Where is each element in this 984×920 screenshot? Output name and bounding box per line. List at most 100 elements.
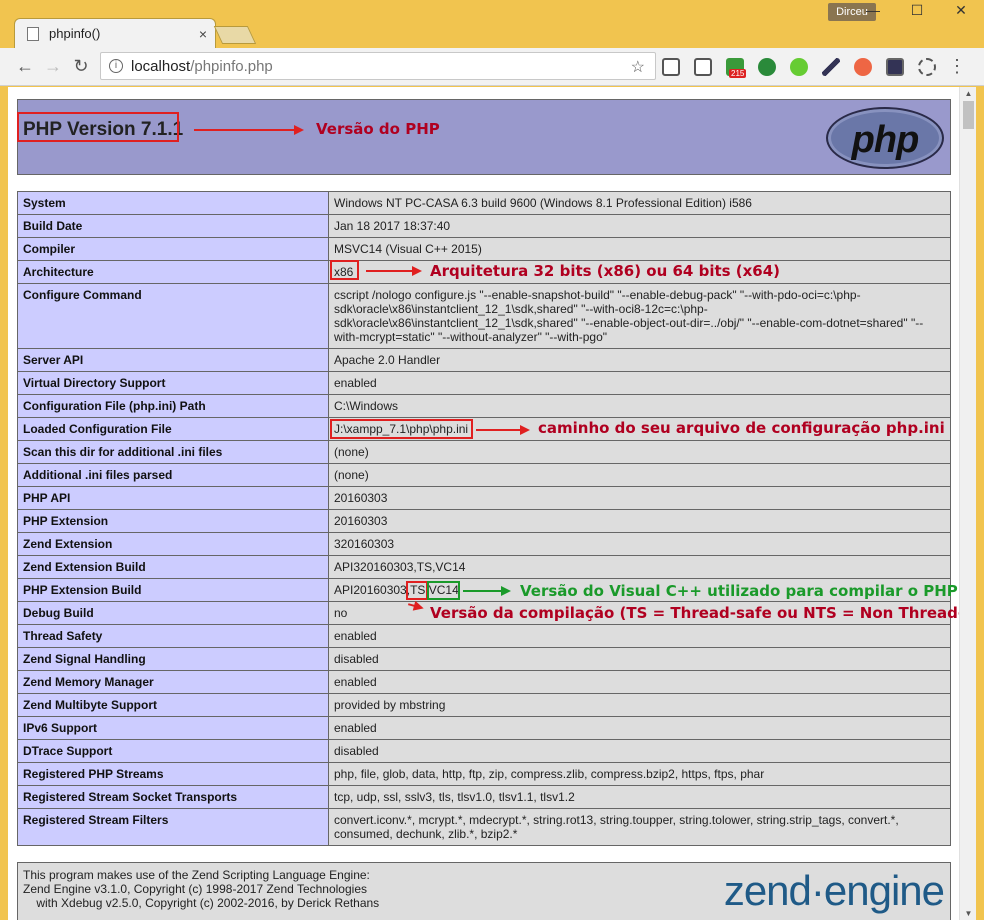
row-key: Zend Multibyte Support <box>17 693 329 717</box>
architecture-annotation: Arquitetura 32 bits (x86) ou 64 bits (x6… <box>430 262 781 280</box>
row-key: PHP Extension Build <box>17 578 329 602</box>
ts-annotation: Versão da compilação (TS = Thread-safe o… <box>430 604 976 622</box>
vc-highlight <box>427 581 460 600</box>
row-value: enabled <box>328 624 951 648</box>
row-key: Server API <box>17 348 329 372</box>
vc-annotation: Versão do Visual C++ utilizado para comp… <box>520 582 958 600</box>
browser-window: phpinfo() × Dirceu — ☐ ✕ ← → ↻ i localho… <box>0 0 984 920</box>
table-row: Zend Extension Build API320160303,TS,VC14 <box>17 555 951 579</box>
extension-leaf-icon[interactable] <box>790 58 808 76</box>
close-window-icon[interactable]: ✕ <box>948 2 974 19</box>
url-path: /phpinfo.php <box>190 57 273 75</box>
php-logo-text: php <box>851 119 920 161</box>
vertical-scrollbar[interactable]: ▲ ▼ <box>959 87 976 920</box>
row-value: 320160303 <box>328 532 951 556</box>
reload-icon[interactable]: ↻ <box>70 56 92 77</box>
table-row: Compiler MSVC14 (Visual C++ 2015) <box>17 237 951 261</box>
row-key: PHP API <box>17 486 329 510</box>
info-icon[interactable]: i <box>109 59 123 73</box>
scroll-thumb[interactable] <box>963 101 974 129</box>
row-value: enabled <box>328 670 951 694</box>
version-annotation: Versão do PHP <box>316 120 440 138</box>
row-key: Architecture <box>17 260 329 284</box>
row-key: Loaded Configuration File <box>17 417 329 441</box>
browser-toolbar: ← → ↻ i localhost/phpinfo.php ☆ 215 ⋮ <box>0 48 984 86</box>
table-row: Additional .ini files parsed (none) <box>17 463 951 487</box>
row-value: enabled <box>328 716 951 740</box>
zend-line-2: Zend Engine v3.1.0, Copyright (c) 1998-2… <box>23 882 367 896</box>
row-value: C:\Windows <box>328 394 951 418</box>
tab-phpinfo[interactable]: phpinfo() × <box>14 18 216 48</box>
bookmark-star-icon[interactable]: ☆ <box>631 57 645 77</box>
ts-highlight <box>406 581 428 600</box>
screenshot-icon[interactable] <box>694 58 712 76</box>
new-tab-button[interactable] <box>213 26 257 44</box>
version-highlight <box>17 112 179 142</box>
row-value: (none) <box>328 463 951 487</box>
row-key: Virtual Directory Support <box>17 371 329 395</box>
cast-icon[interactable] <box>662 58 680 76</box>
eyedropper-icon[interactable] <box>822 58 840 76</box>
table-row: Zend Extension 320160303 <box>17 532 951 556</box>
row-key: DTrace Support <box>17 739 329 763</box>
minimize-icon[interactable]: — <box>860 2 886 19</box>
scroll-down-icon[interactable]: ▼ <box>960 909 976 918</box>
table-row: Scan this dir for additional .ini files(… <box>17 440 951 464</box>
config-file-annotation: caminho do seu arquivo de configuração p… <box>538 419 945 437</box>
maximize-icon[interactable]: ☐ <box>904 2 930 19</box>
table-row: PHP API 20160303 <box>17 486 951 510</box>
table-row: Server API Apache 2.0 Handler <box>17 348 951 372</box>
page-icon <box>27 26 39 41</box>
row-value: (none) <box>328 440 951 464</box>
phpinfo-table: System Windows NT PC-CASA 6.3 build 9600 … <box>17 191 951 846</box>
version-arrow <box>194 125 304 135</box>
vc-arrow <box>463 586 511 596</box>
close-tab-icon[interactable]: × <box>199 26 207 42</box>
row-value: provided by mbstring <box>328 693 951 717</box>
row-key: Thread Safety <box>17 624 329 648</box>
row-value: API320160303,TS,VC14 <box>328 555 951 579</box>
row-key: Additional .ini files parsed <box>17 463 329 487</box>
architecture-arrow <box>366 266 422 276</box>
php-logo: php <box>826 107 944 169</box>
menu-icon[interactable]: ⋮ <box>948 56 966 77</box>
extension-s-icon[interactable] <box>854 58 872 76</box>
table-row: Zend Multibyte Support provided by mbstri… <box>17 693 951 717</box>
row-key: Registered Stream Filters <box>17 808 329 846</box>
row-key: Zend Memory Manager <box>17 670 329 694</box>
table-row: Registered Stream Filters convert.iconv.*… <box>17 808 951 846</box>
extension-badge: 215 <box>729 69 747 78</box>
row-value: disabled <box>328 739 951 763</box>
window-controls: — ☐ ✕ <box>860 2 974 19</box>
row-value: Windows NT PC-CASA 6.3 build 9600 (Windo… <box>328 191 951 215</box>
extension-gear-icon[interactable] <box>918 58 936 76</box>
row-key: Zend Signal Handling <box>17 647 329 671</box>
row-value: MSVC14 (Visual C++ 2015) <box>328 237 951 261</box>
table-row: PHP Extension 20160303 <box>17 509 951 533</box>
row-key: System <box>17 191 329 215</box>
address-bar[interactable]: i localhost/phpinfo.php ☆ <box>100 52 656 80</box>
row-key: Build Date <box>17 214 329 238</box>
row-key: Configuration File (php.ini) Path <box>17 394 329 418</box>
table-row: Build Date Jan 18 2017 18:37:40 <box>17 214 951 238</box>
table-row: Configure Command cscript /nologo configu… <box>17 283 951 349</box>
scroll-up-icon[interactable]: ▲ <box>960 89 976 98</box>
zend-engine-logo: zend·engine <box>723 867 945 914</box>
extension-d-icon[interactable] <box>758 58 776 76</box>
table-row: IPv6 Support enabled <box>17 716 951 740</box>
row-value: convert.iconv.*, mcrypt.*, mdecrypt.*, s… <box>328 808 951 846</box>
row-key: Zend Extension <box>17 532 329 556</box>
row-value: 20160303 <box>328 486 951 510</box>
back-icon[interactable]: ← <box>14 56 36 77</box>
row-key: IPv6 Support <box>17 716 329 740</box>
table-row: System Windows NT PC-CASA 6.3 build 9600 … <box>17 191 951 215</box>
table-row: Registered PHP Streams php, file, glob, d… <box>17 762 951 786</box>
row-key: Debug Build <box>17 601 329 625</box>
row-key: Registered PHP Streams <box>17 762 329 786</box>
page-viewport: PHP Version 7.1.1 php Versão do PHP Syst… <box>8 87 976 920</box>
url-host: localhost <box>131 57 191 75</box>
row-value: php, file, glob, data, http, ftp, zip, c… <box>328 762 951 786</box>
extension-image-icon[interactable] <box>886 58 904 76</box>
forward-icon[interactable]: → <box>42 56 64 77</box>
row-key: Scan this dir for additional .ini files <box>17 440 329 464</box>
